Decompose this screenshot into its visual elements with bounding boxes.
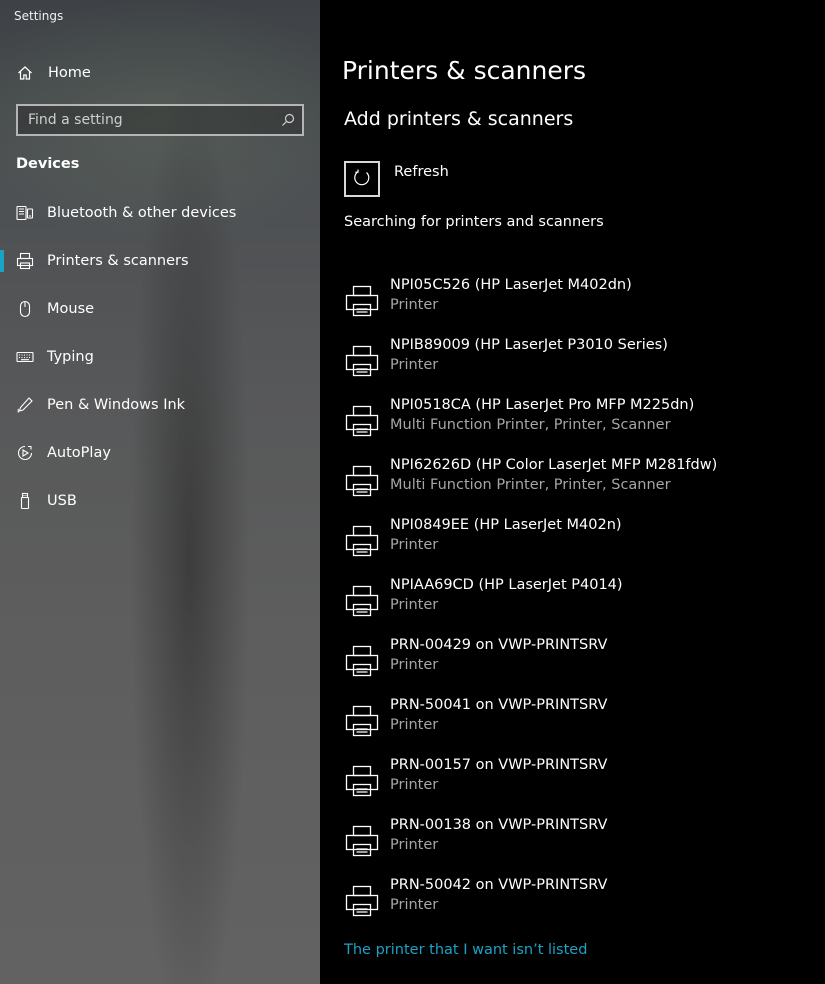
printer-list-item[interactable]: NPI05C526 (HP LaserJet M402dn) Printer	[320, 277, 825, 329]
sidebar-item-label: Printers & scanners	[47, 253, 189, 269]
printer-type: Printer	[390, 777, 439, 793]
printer-icon	[16, 252, 34, 270]
printer-list-item[interactable]: NPI0849EE (HP LaserJet M402n) Printer	[320, 517, 825, 569]
printer-type: Printer	[390, 897, 439, 913]
sidebar-item-label: Bluetooth & other devices	[47, 205, 237, 221]
home-nav-item[interactable]: Home	[0, 53, 320, 93]
sidebar-item-bluetooth[interactable]: Bluetooth & other devices	[0, 193, 320, 233]
app-title: Settings	[14, 9, 64, 23]
settings-window: Settings Home Devices	[0, 0, 825, 984]
printer-name: NPI62626D (HP Color LaserJet MFP M281fdw…	[390, 457, 718, 473]
main-content: Printers & scanners Add printers & scann…	[320, 0, 825, 984]
add-printers-heading: Add printers & scanners	[344, 108, 574, 130]
sidebar-item-typing[interactable]: Typing	[0, 337, 320, 377]
printer-name: NPIAA69CD (HP LaserJet P4014)	[390, 577, 623, 593]
mouse-icon	[16, 300, 34, 318]
searching-status: Searching for printers and scanners	[344, 214, 604, 230]
printer-icon	[344, 523, 380, 559]
printer-icon	[344, 883, 380, 919]
sidebar-item-label: Pen & Windows Ink	[47, 397, 186, 413]
printer-type: Printer	[390, 837, 439, 853]
refresh-icon	[352, 168, 372, 191]
printer-list-item[interactable]: NPIAA69CD (HP LaserJet P4014) Printer	[320, 577, 825, 629]
printer-list-item[interactable]: NPI62626D (HP Color LaserJet MFP M281fdw…	[320, 457, 825, 509]
printer-list-item[interactable]: PRN-50042 on VWP-PRINTSRV Printer	[320, 877, 825, 929]
printer-type: Multi Function Printer, Printer, Scanner	[390, 417, 671, 433]
printer-icon	[344, 583, 380, 619]
printer-name: NPI0849EE (HP LaserJet M402n)	[390, 517, 622, 533]
section-title-devices: Devices	[16, 156, 80, 172]
printer-name: NPI05C526 (HP LaserJet M402dn)	[390, 277, 632, 293]
printer-list-item[interactable]: NPI0518CA (HP LaserJet Pro MFP M225dn) M…	[320, 397, 825, 449]
printer-name: PRN-50041 on VWP-PRINTSRV	[390, 697, 608, 713]
printer-name: PRN-50042 on VWP-PRINTSRV	[390, 877, 608, 893]
printer-type: Multi Function Printer, Printer, Scanner	[390, 477, 671, 493]
keyboard-icon	[16, 348, 34, 366]
pen-icon	[16, 396, 34, 414]
printer-list-item[interactable]: PRN-50041 on VWP-PRINTSRV Printer	[320, 697, 825, 749]
search-box[interactable]	[16, 104, 304, 136]
printer-not-listed-link[interactable]: The printer that I want isn’t listed	[344, 942, 587, 958]
printer-icon	[344, 703, 380, 739]
printer-name: PRN-00429 on VWP-PRINTSRV	[390, 637, 608, 653]
printer-type: Printer	[390, 357, 439, 373]
printer-icon	[344, 643, 380, 679]
printer-type: Printer	[390, 297, 439, 313]
printer-type: Printer	[390, 717, 439, 733]
sidebar: Settings Home Devices	[0, 0, 320, 984]
printer-icon	[344, 283, 380, 319]
printer-type: Printer	[390, 657, 439, 673]
printer-list-item[interactable]: NPIB89009 (HP LaserJet P3010 Series) Pri…	[320, 337, 825, 389]
printer-icon	[344, 823, 380, 859]
printer-type: Printer	[390, 537, 439, 553]
bluetooth-devices-icon	[16, 204, 34, 222]
sidebar-item-printers-scanners[interactable]: Printers & scanners	[0, 241, 320, 281]
printer-list-item[interactable]: PRN-00138 on VWP-PRINTSRV Printer	[320, 817, 825, 869]
printer-type: Printer	[390, 597, 439, 613]
printer-name: NPIB89009 (HP LaserJet P3010 Series)	[390, 337, 668, 353]
sidebar-item-label: AutoPlay	[47, 445, 111, 461]
usb-icon	[16, 492, 34, 510]
printer-list-item[interactable]: PRN-00157 on VWP-PRINTSRV Printer	[320, 757, 825, 809]
active-indicator	[0, 250, 4, 272]
printer-icon	[344, 763, 380, 799]
search-input[interactable]	[18, 106, 278, 134]
printer-icon	[344, 403, 380, 439]
sidebar-item-mouse[interactable]: Mouse	[0, 289, 320, 329]
printer-name: PRN-00157 on VWP-PRINTSRV	[390, 757, 608, 773]
autoplay-icon	[16, 444, 34, 462]
printer-name: PRN-00138 on VWP-PRINTSRV	[390, 817, 608, 833]
sidebar-item-label: Typing	[47, 349, 94, 365]
sidebar-item-pen-windows-ink[interactable]: Pen & Windows Ink	[0, 385, 320, 425]
printer-name: NPI0518CA (HP LaserJet Pro MFP M225dn)	[390, 397, 695, 413]
refresh-label[interactable]: Refresh	[394, 164, 449, 180]
printer-icon	[344, 463, 380, 499]
home-label: Home	[48, 65, 91, 81]
refresh-button[interactable]	[344, 161, 380, 197]
page-title: Printers & scanners	[342, 56, 587, 85]
sidebar-item-autoplay[interactable]: AutoPlay	[0, 433, 320, 473]
search-icon[interactable]	[280, 112, 296, 128]
printer-icon	[344, 343, 380, 379]
sidebar-item-label: USB	[47, 493, 77, 509]
sidebar-item-usb[interactable]: USB	[0, 481, 320, 521]
printer-list-item[interactable]: PRN-00429 on VWP-PRINTSRV Printer	[320, 637, 825, 689]
sidebar-item-label: Mouse	[47, 301, 95, 317]
home-icon	[16, 64, 34, 82]
